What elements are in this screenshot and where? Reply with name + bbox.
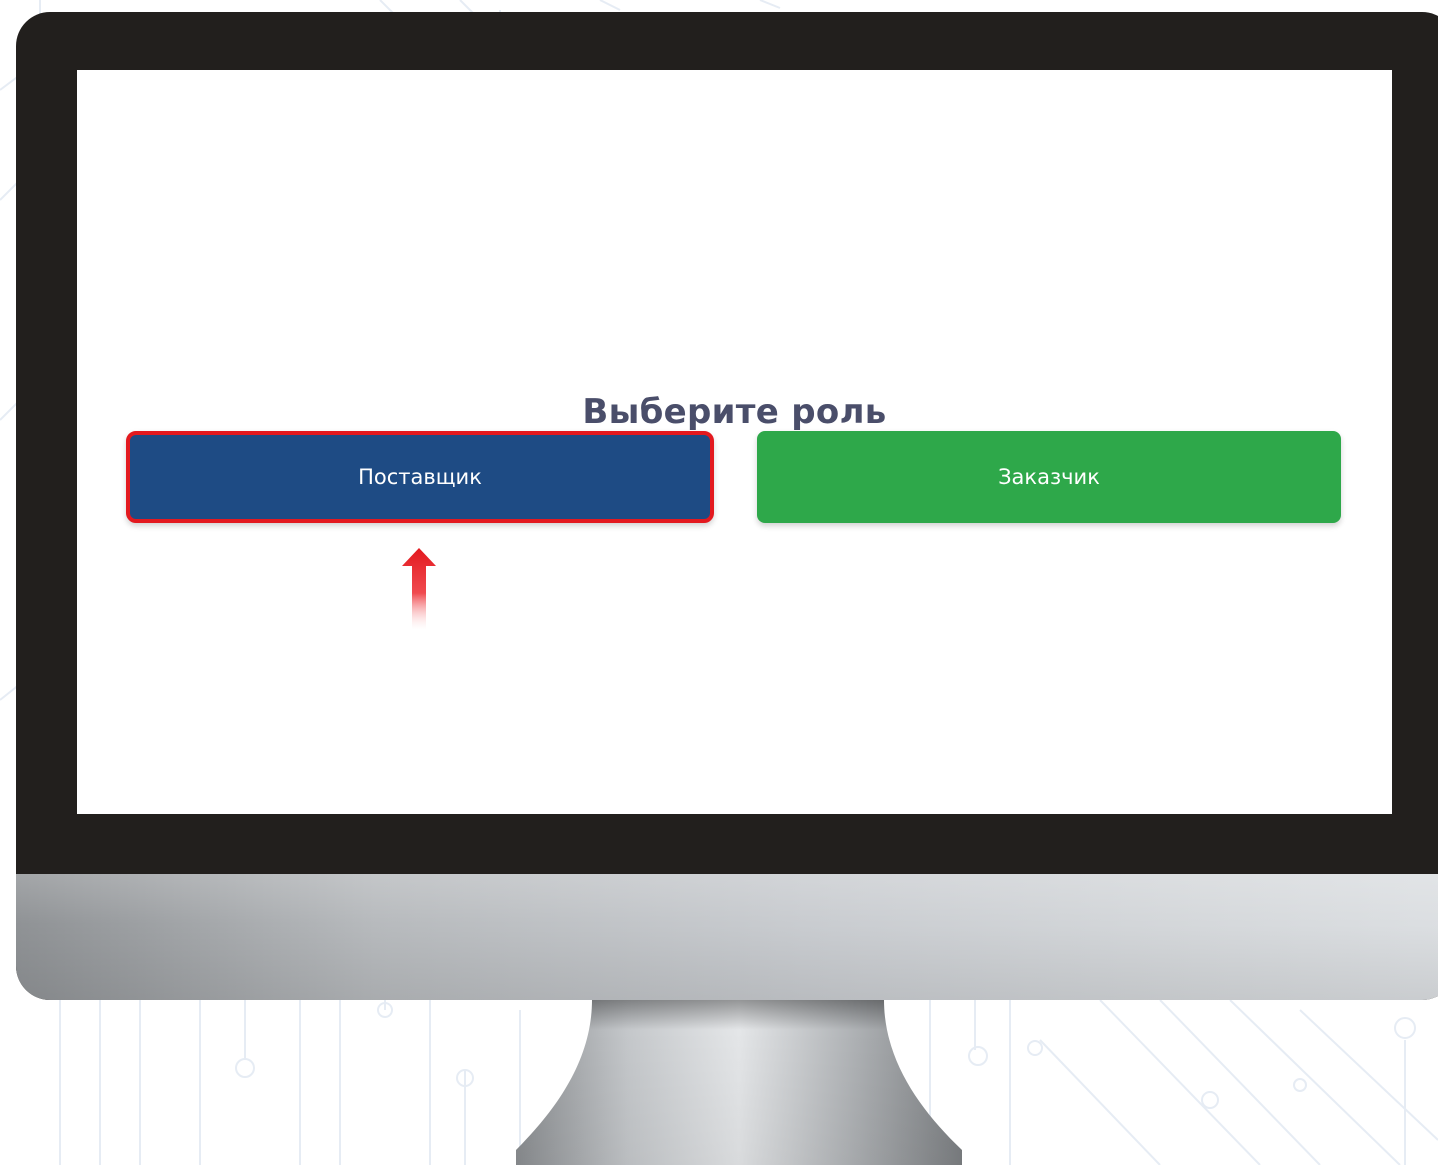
supplier-role-label: Поставщик	[358, 465, 482, 489]
role-select-title: Выберите роль	[582, 392, 887, 432]
red-arrow-up-icon	[402, 548, 436, 630]
monitor-screen: Выберите роль Поставщик Заказчик	[77, 70, 1392, 814]
page: Выберите роль Поставщик Заказчик	[0, 0, 1438, 1165]
customer-role-label: Заказчик	[998, 465, 1100, 489]
supplier-role-button[interactable]: Поставщик	[126, 431, 714, 523]
customer-role-button[interactable]: Заказчик	[757, 431, 1341, 523]
